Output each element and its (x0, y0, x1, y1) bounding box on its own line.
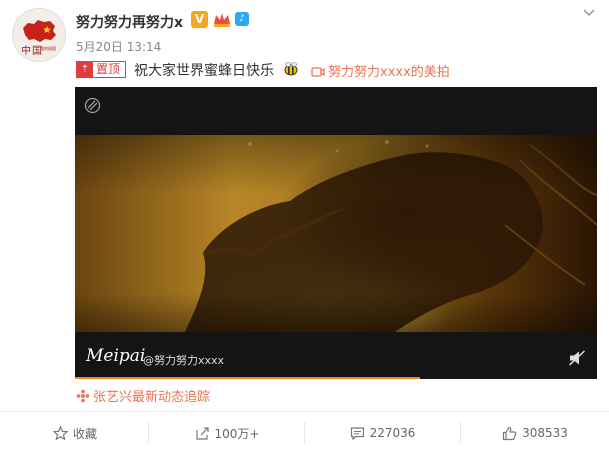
topic-link[interactable]: 张艺兴最新动态追踪 (76, 386, 210, 405)
mute-icon[interactable] (568, 350, 586, 366)
verified-icon: V (191, 11, 208, 28)
avatar-subtext: 我的祖国 (40, 46, 56, 51)
bee-icon (284, 62, 298, 76)
video-link-label: 努力努力xxxx的美拍 (328, 65, 450, 80)
video-progress-bar[interactable] (75, 377, 420, 379)
china-map-icon (23, 20, 56, 42)
pinned-badge: ⇡ 置顶 (76, 61, 126, 78)
repost-button[interactable]: 100万+ (150, 412, 304, 454)
username[interactable]: 努力努力再努力x (76, 12, 183, 32)
like-count: 308533 (522, 426, 568, 440)
topic-label: 张艺兴最新动态追踪 (93, 390, 211, 405)
repost-count: 100万+ (214, 426, 260, 441)
avatar[interactable]: 中国 我的祖国 (12, 8, 66, 62)
favorite-button[interactable]: 收藏 (0, 412, 150, 454)
pin-icon: ⇡ (77, 62, 93, 77)
video-link[interactable]: 努力努力xxxx的美拍 (311, 61, 450, 80)
post-time[interactable]: 5月20日 13:14 (76, 38, 161, 55)
action-bar: 收藏 100万+ 227036 308533 (0, 412, 609, 454)
member-icon: ♪ (235, 12, 249, 26)
favorite-label: 收藏 (72, 426, 97, 441)
video-player[interactable]: Meipai @努力努力xxxx (75, 87, 597, 379)
post-text: 祝大家世界蜜蜂日快乐 (134, 63, 274, 79)
star-icon (52, 425, 68, 440)
weibo-post-card: 中国 我的祖国 努力努力再努力x V ♪ 5月20日 13:14 ⇡ 置顶 祝大… (0, 0, 609, 454)
video-frame (75, 135, 597, 332)
video-camera-icon (311, 67, 325, 77)
comment-button[interactable]: 227036 (305, 412, 460, 454)
like-icon (502, 426, 517, 440)
separator (148, 422, 149, 444)
comment-icon (350, 426, 364, 440)
repost-icon (195, 426, 209, 440)
pinned-label: 置顶 (96, 62, 121, 76)
crown-icon (214, 13, 230, 27)
video-logo-icon (84, 97, 101, 114)
video-shadow (75, 135, 597, 332)
video-handle: @努力努力xxxx (143, 354, 225, 367)
topic-icon (76, 389, 90, 403)
chevron-down-icon[interactable] (582, 6, 596, 20)
video-brand: Meipai (86, 346, 146, 366)
like-button[interactable]: 308533 (461, 412, 609, 454)
comment-count: 227036 (369, 426, 416, 440)
